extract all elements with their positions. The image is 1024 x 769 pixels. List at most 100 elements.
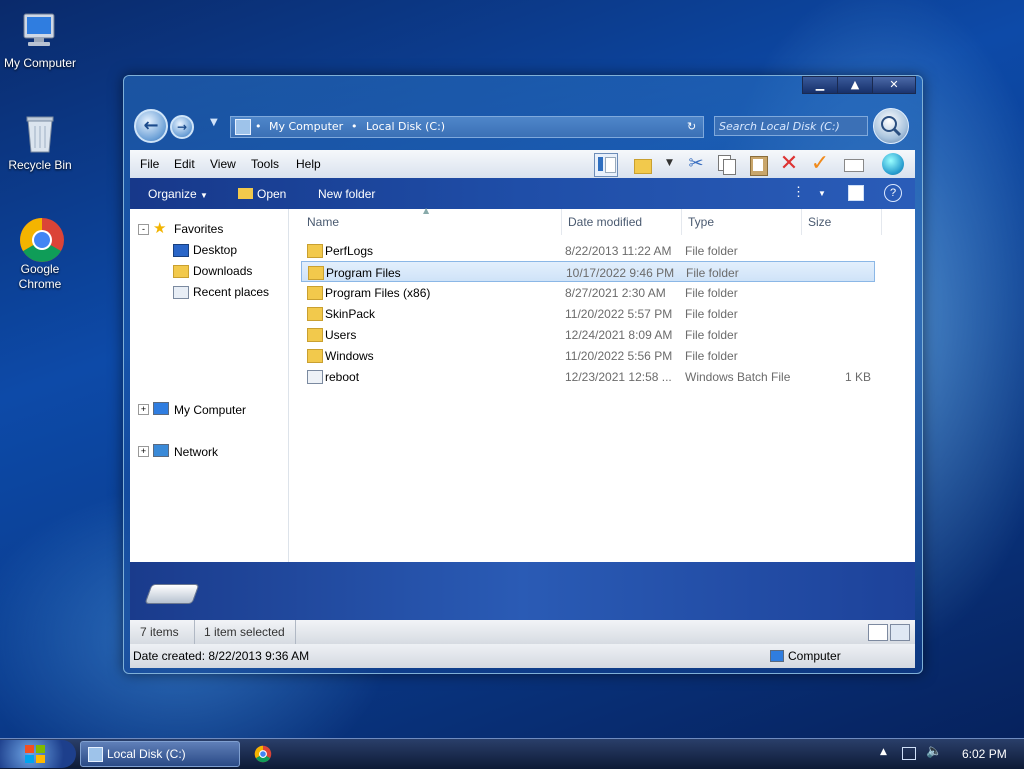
column-name[interactable]: Name <box>307 209 339 235</box>
column-divider[interactable] <box>561 209 562 235</box>
back-arrow-icon: ← <box>143 115 159 136</box>
status-divider <box>194 620 195 644</box>
network-icon <box>153 444 169 457</box>
status-divider <box>295 620 296 644</box>
file-row[interactable]: Users 12/24/2021 8:09 AM File folder <box>301 324 875 345</box>
folder-icon <box>307 244 323 258</box>
magnifier-icon <box>881 116 902 137</box>
column-divider[interactable] <box>801 209 802 235</box>
breadcrumb-my-computer[interactable]: My Computer <box>269 120 343 133</box>
volume-icon[interactable]: 🔈 <box>926 744 942 759</box>
computer-icon <box>770 650 784 662</box>
layout-pane-icon[interactable] <box>594 153 618 177</box>
open-folder-icon <box>238 188 253 199</box>
nav-recent-places[interactable]: Recent places <box>193 285 269 299</box>
date-created: Date created: 8/22/2013 9:36 AM <box>133 649 310 663</box>
file-row[interactable]: Program Files (x86) 8/27/2021 2:30 AM File… <box>301 282 875 303</box>
cut-icon[interactable]: ✂ <box>685 153 707 175</box>
status-bar: 7 items 1 item selected <box>130 620 915 644</box>
nav-my-computer[interactable]: My Computer <box>174 403 246 417</box>
file-type: File folder <box>685 307 738 321</box>
file-row[interactable]: reboot 12/23/2021 12:58 ... Windows Batch … <box>301 366 875 387</box>
nav-network[interactable]: Network <box>174 445 218 459</box>
file-date-modified: 12/24/2021 8:09 AM <box>565 328 673 342</box>
properties-icon[interactable] <box>842 153 864 175</box>
file-type: File folder <box>685 286 738 300</box>
file-row[interactable]: PerfLogs 8/22/2013 11:22 AM File folder <box>301 240 875 261</box>
file-date-modified: 12/23/2021 12:58 ... <box>565 370 672 384</box>
file-row[interactable]: SkinPack 11/20/2022 5:57 PM File folder <box>301 303 875 324</box>
file-type: Windows Batch File <box>685 370 791 384</box>
menu-bar: File Edit View Tools Help ▼ ✂ ✕ ✓ <box>130 150 915 178</box>
details-view-icon[interactable] <box>868 624 888 641</box>
clock[interactable]: 6:02 PM <box>962 747 1007 761</box>
preview-pane-icon[interactable] <box>848 185 864 201</box>
menu-edit[interactable]: Edit <box>174 157 195 171</box>
desktop-icon-label: Recycle Bin <box>8 158 72 172</box>
address-bar[interactable]: • My Computer • Local Disk (C:) ↻ <box>230 116 704 138</box>
column-type[interactable]: Type <box>688 209 714 235</box>
navigation-bar: ← → ▼ • My Computer • Local Disk (C:) ↻ … <box>132 107 914 144</box>
title-buttons: ▁ ▲ ✕ <box>802 76 916 94</box>
file-name: Users <box>325 328 357 342</box>
desktop-folder-icon <box>173 244 189 257</box>
desktop-icon-google-chrome[interactable]: Google Chrome <box>0 216 80 292</box>
menu-help[interactable]: Help <box>296 157 321 171</box>
tree-expander-icon[interactable]: - <box>138 224 149 235</box>
help-icon[interactable]: ? <box>884 184 902 202</box>
refresh-icon[interactable]: ↻ <box>687 120 696 133</box>
file-row[interactable]: Program Files 10/17/2022 9:46 PM File fold… <box>301 261 875 282</box>
paste-icon[interactable] <box>747 153 769 176</box>
large-icons-view-icon[interactable] <box>890 624 910 641</box>
chevron-down-icon[interactable]: ▼ <box>666 158 673 168</box>
file-name: SkinPack <box>325 307 376 321</box>
file-list: ▲ Name Date modified Type Size PerfLogs 8… <box>289 206 915 562</box>
delete-icon[interactable]: ✕ <box>778 153 800 175</box>
close-button[interactable]: ✕ <box>872 76 916 94</box>
chevron-down-icon[interactable]: ▼ <box>818 189 826 198</box>
menu-file[interactable]: File <box>140 157 159 171</box>
tree-expander-icon[interactable]: + <box>138 446 149 457</box>
search-button[interactable] <box>873 108 909 144</box>
desktop-icon-my-computer[interactable]: My Computer <box>0 10 80 70</box>
item-count: 7 items <box>140 625 179 639</box>
back-button[interactable]: ← <box>134 109 168 143</box>
column-size[interactable]: Size <box>808 209 831 235</box>
file-name: Program Files (x86) <box>325 286 431 300</box>
nav-desktop[interactable]: Desktop <box>193 243 237 257</box>
taskbar-item-local-disk[interactable]: Local Disk (C:) <box>80 741 240 767</box>
menu-tools[interactable]: Tools <box>251 157 279 171</box>
column-date-modified[interactable]: Date modified <box>568 209 642 235</box>
show-hidden-icons-icon[interactable]: ▲ <box>880 747 887 757</box>
explorer-window: ▁ ▲ ✕ ← → ▼ • My Computer • Local Disk (… <box>123 75 923 674</box>
start-button[interactable] <box>0 740 76 768</box>
new-folder-button[interactable]: New folder <box>318 187 375 201</box>
maximize-button[interactable]: ▲ <box>837 76 873 94</box>
folder-icon <box>308 266 324 280</box>
column-divider[interactable] <box>681 209 682 235</box>
folder-options-icon[interactable] <box>632 153 654 175</box>
nav-favorites[interactable]: Favorites <box>174 222 223 236</box>
folder-icon <box>307 286 323 300</box>
search-input[interactable]: Search Local Disk (C:) <box>714 116 868 136</box>
nav-downloads[interactable]: Downloads <box>193 264 252 278</box>
recent-pages-dropdown-icon[interactable]: ▼ <box>210 117 218 128</box>
network-icon[interactable] <box>902 747 916 760</box>
open-button[interactable]: Open <box>238 187 286 201</box>
chrome-icon <box>254 745 272 763</box>
tree-expander-icon[interactable]: + <box>138 404 149 415</box>
column-divider[interactable] <box>881 209 882 235</box>
menu-view[interactable]: View <box>210 157 236 171</box>
breadcrumb-local-disk[interactable]: Local Disk (C:) <box>366 120 445 133</box>
organize-button[interactable]: Organize ▼ <box>148 187 208 201</box>
copy-icon[interactable] <box>715 153 737 175</box>
details-pane <box>130 562 915 620</box>
forward-button[interactable]: → <box>170 115 194 139</box>
file-row[interactable]: Windows 11/20/2022 5:56 PM File folder <box>301 345 875 366</box>
checkmark-icon[interactable]: ✓ <box>809 153 831 175</box>
globe-icon[interactable] <box>882 153 904 175</box>
sort-arrow-icon: ▲ <box>423 206 430 215</box>
desktop-icon-recycle-bin[interactable]: Recycle Bin <box>0 112 80 172</box>
minimize-button[interactable]: ▁ <box>802 76 838 94</box>
view-options-icon[interactable]: ⋮ <box>792 184 805 200</box>
